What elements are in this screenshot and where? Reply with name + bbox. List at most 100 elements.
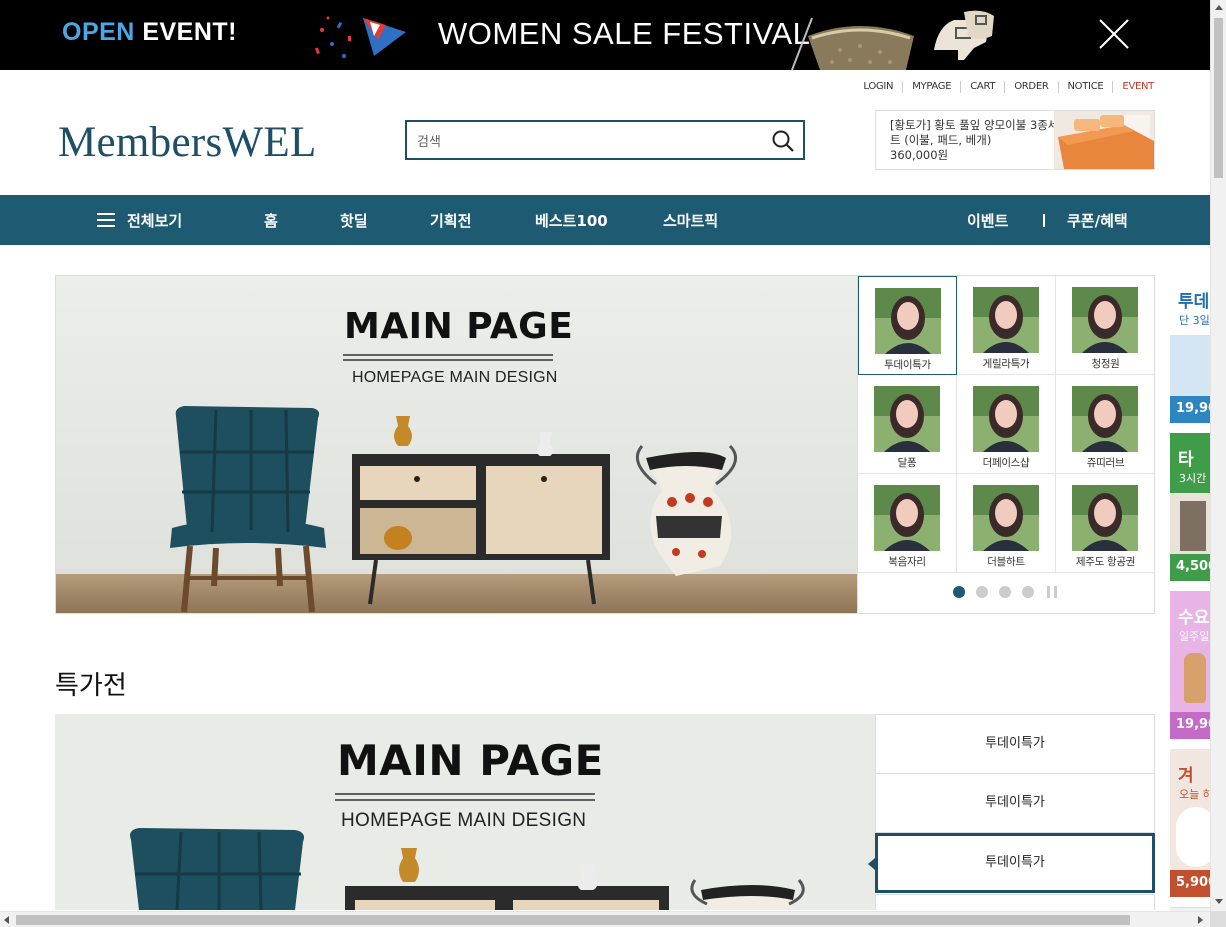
nav-all[interactable]: 전체보기 <box>127 210 182 231</box>
side-ad-sub: 단 3일 <box>1179 314 1210 327</box>
special-tab-2[interactable]: 투데이특가 <box>868 833 1155 893</box>
thumb-5[interactable]: 쥬띠러브 <box>1056 375 1155 474</box>
thumb-2[interactable]: 청정원 <box>1056 276 1155 375</box>
main-nav: 전체보기 홈 핫딜 기획전 베스트100 스마트픽 이벤트 쿠폰/혜택 <box>0 195 1210 245</box>
side-ad-price: 5,900 <box>1170 870 1210 897</box>
menu-icon[interactable] <box>97 213 115 227</box>
slider-dot[interactable] <box>1022 586 1034 598</box>
side-ad-3[interactable]: 겨 오늘 하 5,900 <box>1170 749 1210 897</box>
thumb-label: 쥬띠러브 <box>1086 457 1125 469</box>
vertical-scrollbar[interactable] <box>1210 0 1226 911</box>
nav-divider <box>1043 214 1045 227</box>
hero-title: MAIN PAGE <box>344 306 574 347</box>
notice-link[interactable]: NOTICE <box>1057 81 1113 93</box>
thumb-6[interactable]: 복음자리 <box>858 474 957 573</box>
horizontal-scrollbar[interactable] <box>0 911 1210 927</box>
pause-icon[interactable] <box>1047 586 1057 598</box>
slider-dot[interactable] <box>976 586 988 598</box>
hero-thumbnails: 투데이특가 게릴라특가 청정원 달퐁 더페이스샵 쥬띠러브 복음자리 더블하트 … <box>857 275 1155 614</box>
model-image <box>1072 386 1138 452</box>
slider-dot[interactable] <box>999 586 1011 598</box>
special-banner-subtitle: HOMEPAGE MAIN DESIGN <box>341 810 587 831</box>
thumb-label: 제주도 항공권 <box>1075 556 1136 568</box>
thumb-label: 달퐁 <box>897 457 917 469</box>
side-ad-title: 투데 <box>1178 292 1210 312</box>
nav-exhibition[interactable]: 기획전 <box>430 210 471 231</box>
side-ad-price: 4,500 <box>1170 554 1210 581</box>
open-event-label: OPEN EVENT! <box>62 18 237 46</box>
special-banner[interactable]: MAIN PAGE HOMEPAGE MAIN DESIGN <box>55 714 876 910</box>
special-banner-title: MAIN PAGE <box>337 736 604 785</box>
nav-hotdeal[interactable]: 핫딜 <box>340 210 368 231</box>
scroll-down-arrow-icon[interactable] <box>1215 899 1223 904</box>
section-title: 특가전 <box>55 671 127 701</box>
hero-subtitle: HOMEPAGE MAIN DESIGN <box>352 369 558 386</box>
mypage-link[interactable]: MYPAGE <box>902 81 960 93</box>
search-icon[interactable] <box>771 129 795 153</box>
scroll-right-arrow-icon[interactable] <box>1198 916 1203 924</box>
nav-event[interactable]: 이벤트 <box>967 210 1008 231</box>
special-tab-3[interactable] <box>875 894 1155 910</box>
scroll-up-arrow-icon[interactable] <box>1215 5 1223 10</box>
thumb-7[interactable]: 더블하트 <box>957 474 1056 573</box>
thumb-label: 더블하트 <box>987 556 1025 568</box>
model-image <box>973 287 1039 353</box>
bag-image <box>791 17 914 70</box>
thumb-label: 더페이스샵 <box>982 457 1030 469</box>
thumb-label: 청정원 <box>1091 358 1120 370</box>
page: OPEN EVENT! WOMEN SALE FESTIVAL LOGIN MY… <box>0 0 1226 927</box>
promo-headline: WOMEN SALE FESTIVAL <box>438 16 811 51</box>
vertical-scroll-thumb[interactable] <box>1214 18 1223 178</box>
order-link[interactable]: ORDER <box>1004 81 1057 93</box>
scroll-left-arrow-icon[interactable] <box>4 916 9 924</box>
side-ad-0[interactable]: 투데 단 3일 19,90 <box>1170 275 1210 423</box>
header-ad-price: 360,000원 <box>890 148 949 162</box>
thumb-1[interactable]: 게릴라특가 <box>957 276 1056 375</box>
side-ad-sub: 일주일 <box>1179 630 1210 643</box>
header-ad[interactable]: [황토가] 황토 풀잎 양모이불 3종세트 (이불, 패드, 베개) 360,0… <box>875 110 1155 170</box>
utility-links: LOGIN MYPAGE CART ORDER NOTICE EVENT <box>854 81 1154 93</box>
promo-banner[interactable]: OPEN EVENT! WOMEN SALE FESTIVAL <box>0 0 1210 70</box>
party-hat-icon <box>315 16 406 58</box>
nav-smartpick[interactable]: 스마트픽 <box>663 210 718 231</box>
search-input[interactable] <box>417 130 757 152</box>
scrollbar-corner <box>1210 911 1226 927</box>
bedding-image <box>1054 111 1154 169</box>
thumb-8[interactable]: 제주도 항공권 <box>1056 474 1155 573</box>
horizontal-scroll-thumb[interactable] <box>16 915 1130 925</box>
cart-link[interactable]: CART <box>960 81 1004 93</box>
thumb-4[interactable]: 더페이스샵 <box>957 375 1056 474</box>
side-ad-1[interactable]: 타 3시간 4,500 <box>1170 433 1210 581</box>
model-image <box>1072 485 1138 551</box>
model-image <box>1072 287 1138 353</box>
model-image <box>874 386 940 452</box>
side-ad-2[interactable]: 수요 일주일 19,90 <box>1170 591 1210 739</box>
thumb-label: 투데이특가 <box>884 359 931 371</box>
shoe-image <box>934 10 994 60</box>
thumb-label: 게릴라특가 <box>982 358 1030 370</box>
site-logo[interactable]: MembersWEL <box>58 118 317 167</box>
side-ad-price: 19,90 <box>1170 712 1210 739</box>
side-ad-title: 겨 <box>1178 766 1194 786</box>
close-icon[interactable] <box>1097 17 1131 51</box>
nav-coupon[interactable]: 쿠폰/혜택 <box>1067 210 1128 231</box>
model-image <box>973 386 1039 452</box>
model-image <box>874 485 940 551</box>
login-link[interactable]: LOGIN <box>854 81 902 93</box>
search-box <box>405 120 805 160</box>
hero-banner[interactable]: MAIN PAGE HOMEPAGE MAIN DESIGN <box>55 275 858 614</box>
special-tab-1[interactable]: 투데이특가 <box>875 773 1155 833</box>
nav-home[interactable]: 홈 <box>264 210 278 231</box>
header-ad-title: [황토가] 황토 풀잎 양모이불 3종세트 (이불, 패드, 베개) <box>890 118 1059 147</box>
thumb-3[interactable]: 달퐁 <box>858 375 957 474</box>
event-link[interactable]: EVENT <box>1112 81 1154 93</box>
special-tab-0[interactable]: 투데이특가 <box>875 714 1155 774</box>
header-ad-text: [황토가] 황토 풀잎 양모이불 3종세트 (이불, 패드, 베개) 360,0… <box>890 118 1060 163</box>
slider-dot[interactable] <box>953 586 965 598</box>
side-ad-sub: 3시간 <box>1179 472 1207 485</box>
nav-best100[interactable]: 베스트100 <box>535 210 608 231</box>
slider-pagination <box>953 586 1057 598</box>
thumb-0[interactable]: 투데이특가 <box>858 276 957 375</box>
side-ad-price: 19,90 <box>1170 396 1210 423</box>
side-ad-title: 수요 <box>1178 608 1210 628</box>
